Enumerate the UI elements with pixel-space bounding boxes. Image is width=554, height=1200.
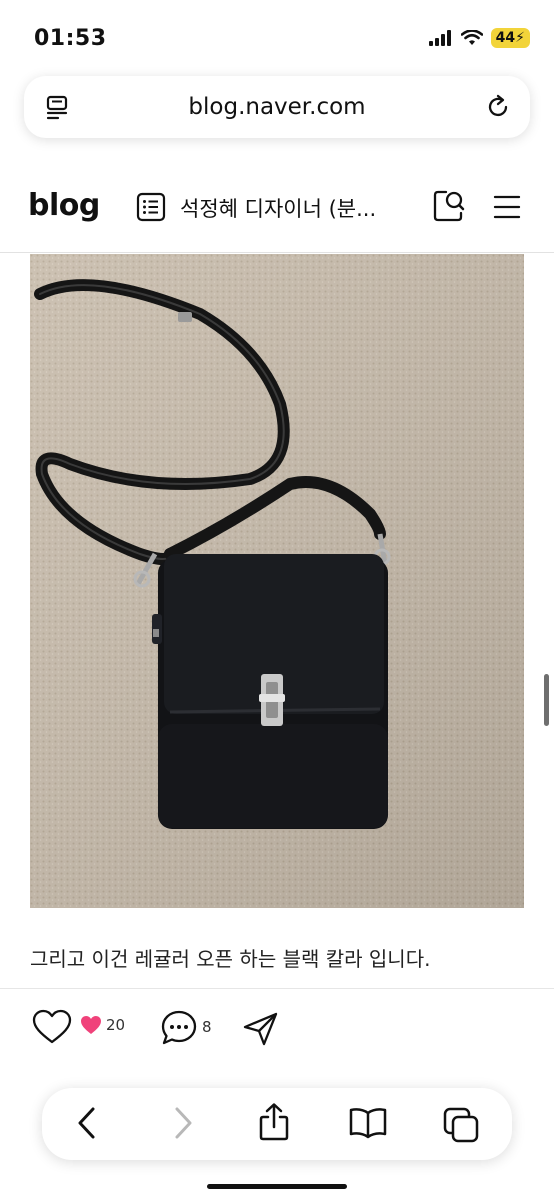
liked-heart-icon [81, 1016, 101, 1034]
comment-icon[interactable] [160, 1009, 198, 1047]
address-bar[interactable]: blog.naver.com [24, 76, 530, 138]
wifi-icon [460, 30, 483, 45]
blog-title[interactable]: 석정혜 디자이너 (분... [180, 193, 410, 223]
tabs-icon[interactable] [442, 1106, 480, 1144]
home-indicator[interactable] [207, 1184, 347, 1189]
back-icon[interactable] [76, 1106, 98, 1140]
send-share-icon[interactable] [243, 1011, 279, 1047]
post-actions: 20 8 [0, 1005, 554, 1051]
battery-charging-icon: ⚡ [515, 30, 525, 46]
search-icon[interactable] [432, 189, 466, 223]
bookmarks-icon[interactable] [348, 1106, 388, 1140]
post-list-icon[interactable] [136, 192, 166, 222]
battery-indicator: 44⚡ [490, 28, 530, 48]
bag-photo [30, 254, 524, 908]
url-text[interactable]: blog.naver.com [24, 94, 530, 120]
post-photo[interactable] [30, 254, 524, 908]
status-time: 01:53 [34, 26, 107, 51]
like-heart-icon[interactable] [32, 1009, 72, 1045]
battery-level: 44 [495, 30, 516, 46]
divider [0, 988, 554, 989]
status-bar: 01:53 44⚡ [0, 0, 554, 70]
like-count: 20 [106, 1016, 126, 1034]
blog-header: blog 석정혜 디자이너 (분... [0, 160, 554, 253]
blog-logo[interactable]: blog [28, 188, 100, 223]
forward-icon[interactable] [172, 1106, 194, 1140]
share-icon[interactable] [257, 1102, 291, 1142]
reload-icon[interactable] [484, 93, 512, 121]
cellular-signal-icon [428, 30, 451, 46]
status-icons: 44⚡ [428, 28, 530, 48]
menu-icon[interactable] [492, 192, 522, 222]
browser-toolbar [42, 1088, 512, 1160]
scroll-thumb[interactable] [544, 674, 549, 726]
comment-count: 8 [202, 1018, 212, 1036]
post-caption: 그리고 이건 레귤러 오픈 하는 블랙 칼라 입니다. [30, 947, 431, 971]
